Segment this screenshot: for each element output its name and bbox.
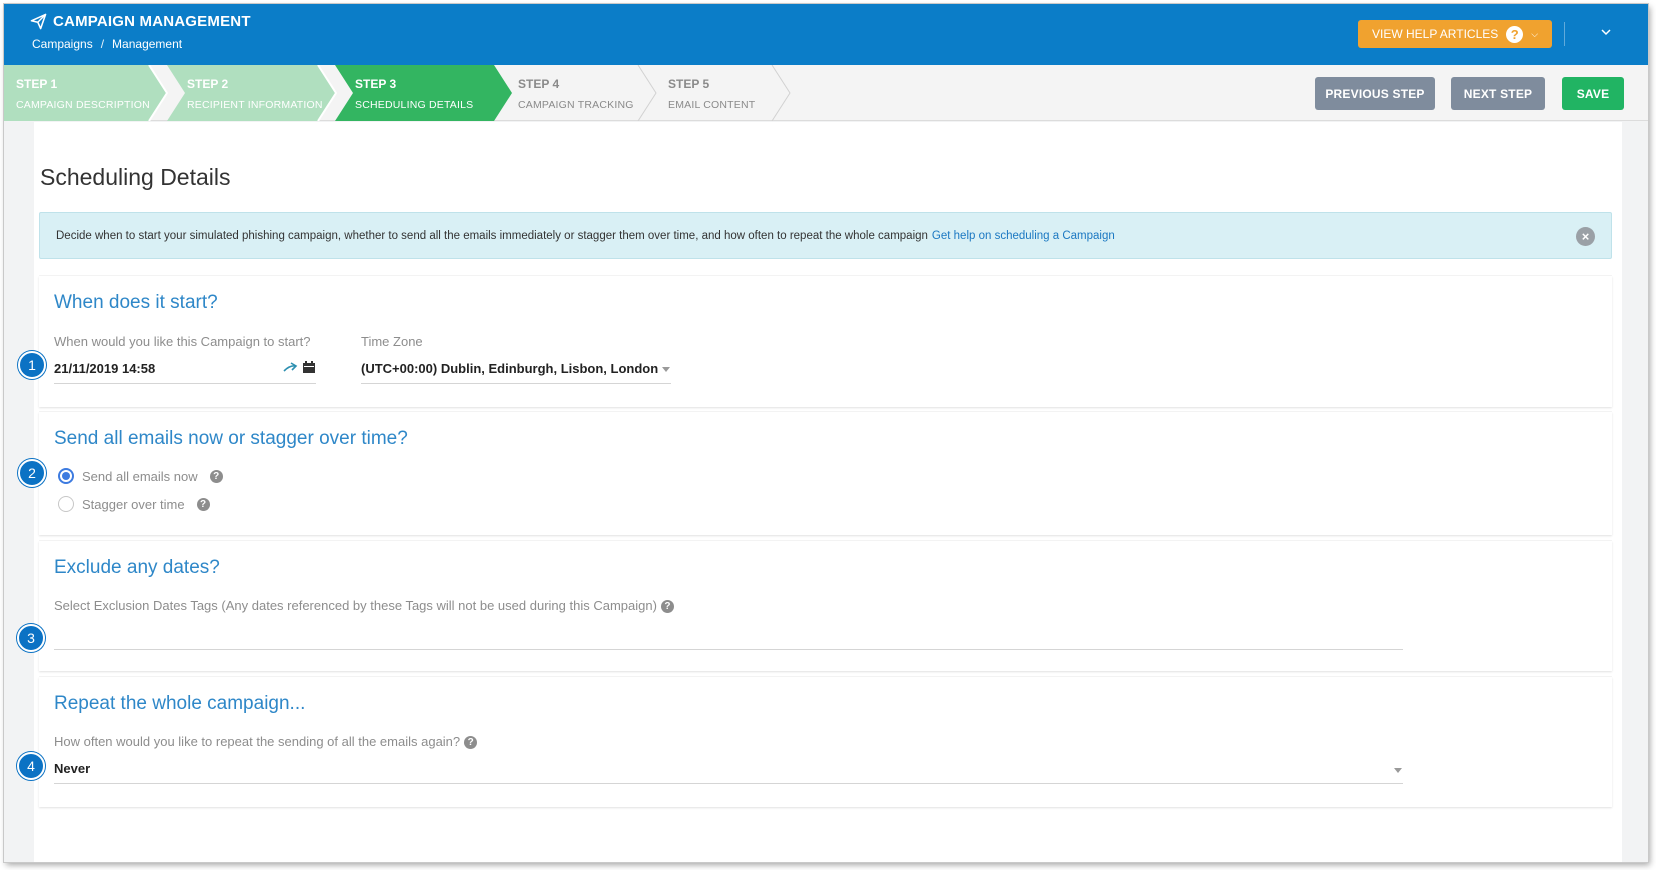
exclusion-tags-input[interactable] <box>54 623 1403 649</box>
step-5[interactable]: STEP 5 EMAIL CONTENT <box>644 65 794 121</box>
callout-badge-3: 3 <box>17 624 45 652</box>
caret-down-icon <box>662 367 670 372</box>
info-alert: Decide when to start your simulated phis… <box>39 212 1612 259</box>
step-2-number: STEP 2 <box>187 77 229 91</box>
header-divider <box>1564 22 1565 46</box>
step-2[interactable]: STEP 2 RECIPIENT INFORMATION <box>167 65 339 121</box>
step-5-label: EMAIL CONTENT <box>668 99 756 111</box>
callout-badge-1: 1 <box>18 351 46 379</box>
section-repeat: Repeat the whole campaign... How often w… <box>39 677 1612 807</box>
breadcrumb-campaigns[interactable]: Campaigns <box>32 37 93 51</box>
breadcrumb-separator: / <box>100 37 105 51</box>
save-button[interactable]: SAVE <box>1562 77 1624 110</box>
step-1-label: CAMPAIGN DESCRIPTION <box>16 99 150 111</box>
question-icon[interactable]: ? <box>464 736 478 750</box>
repeat-label-text: How often would you like to repeat the s… <box>54 734 461 749</box>
question-icon[interactable]: ? <box>209 469 223 483</box>
step-3-label: SCHEDULING DETAILS <box>355 99 474 111</box>
question-icon: ? <box>1506 25 1524 43</box>
app-title-text: CAMPAIGN MANAGEMENT <box>53 13 251 30</box>
start-date-underline <box>54 383 316 384</box>
question-icon[interactable]: ? <box>660 600 674 614</box>
app-window: CAMPAIGN MANAGEMENT Campaigns / Manageme… <box>4 4 1648 862</box>
radio-stagger-label: Stagger over time <box>82 496 185 512</box>
caret-down-icon <box>1394 768 1402 773</box>
page-title: Scheduling Details <box>40 164 231 190</box>
repeat-select[interactable]: Never <box>54 761 90 776</box>
user-menu-chevron-down-icon[interactable] <box>1598 24 1614 40</box>
timezone-select[interactable]: (UTC+00:00) Dublin, Edinburgh, Lisbon, L… <box>361 361 658 376</box>
scheduling-help-link[interactable]: Get help on scheduling a Campaign <box>932 230 1115 242</box>
timezone-label: Time Zone <box>361 334 423 349</box>
start-date-label: When would you like this Campaign to sta… <box>54 334 311 349</box>
start-date-input[interactable]: 21/11/2019 14:58 <box>54 361 155 376</box>
exclusion-tags-label-text: Select Exclusion Dates Tags (Any dates r… <box>54 598 657 613</box>
previous-step-button[interactable]: PREVIOUS STEP <box>1315 77 1435 110</box>
step-4[interactable]: STEP 4 CAMPAIGN TRACKING <box>494 65 659 121</box>
alert-text: Decide when to start your simulated phis… <box>56 229 928 242</box>
chevron-down-icon: ⌵ <box>1531 28 1539 39</box>
paper-plane-icon <box>30 13 47 30</box>
step-1[interactable]: STEP 1 CAMPAIGN DESCRIPTION <box>4 65 170 121</box>
section-start: When does it start? When would you like … <box>39 276 1612 407</box>
exclusion-tags-underline <box>54 649 1403 650</box>
timezone-underline <box>361 383 671 384</box>
step-wizard-bar: STEP 1 CAMPAIGN DESCRIPTION STEP 2 RECIPIE… <box>4 65 1648 121</box>
help-button-label: VIEW HELP ARTICLES <box>1372 27 1499 41</box>
radio-send-now-label: Send all emails now <box>82 468 198 484</box>
radio-send-now[interactable]: Send all emails now ? <box>58 468 223 484</box>
calendar-icon[interactable] <box>302 360 316 374</box>
exclusion-tags-label: Select Exclusion Dates Tags (Any dates r… <box>54 598 674 614</box>
step-4-number: STEP 4 <box>518 77 560 91</box>
callout-badge-2: 2 <box>18 459 46 487</box>
section-send: Send all emails now or stagger over time… <box>39 412 1612 535</box>
step-4-label: CAMPAIGN TRACKING <box>518 99 634 111</box>
view-help-articles-button[interactable]: VIEW HELP ARTICLES ? ⌵ <box>1358 20 1552 48</box>
section-send-title: Send all emails now or stagger over time… <box>54 428 408 449</box>
question-icon[interactable]: ? <box>196 497 210 511</box>
close-icon[interactable]: × <box>1576 227 1595 246</box>
next-step-button[interactable]: NEXT STEP <box>1451 77 1545 110</box>
step-1-number: STEP 1 <box>16 77 58 91</box>
section-exclude-title: Exclude any dates? <box>54 557 220 578</box>
section-repeat-title: Repeat the whole campaign... <box>54 693 306 714</box>
step-2-label: RECIPIENT INFORMATION <box>187 99 323 111</box>
step-3-number: STEP 3 <box>355 77 397 91</box>
callout-badge-4: 4 <box>17 752 45 780</box>
repeat-underline <box>54 783 1403 784</box>
step-5-number: STEP 5 <box>668 77 710 91</box>
radio-stagger-control[interactable] <box>58 496 74 512</box>
pin-icon[interactable] <box>282 360 298 376</box>
radio-send-now-control[interactable] <box>58 468 74 484</box>
radio-stagger[interactable]: Stagger over time ? <box>58 496 210 512</box>
app-title: CAMPAIGN MANAGEMENT <box>30 13 251 30</box>
top-header: CAMPAIGN MANAGEMENT Campaigns / Manageme… <box>4 4 1648 65</box>
scheduling-card: Scheduling Details Decide when to start … <box>34 122 1622 862</box>
section-start-title: When does it start? <box>54 292 218 313</box>
breadcrumb: Campaigns / Management <box>32 37 182 51</box>
repeat-label: How often would you like to repeat the s… <box>54 734 478 750</box>
main-content: Scheduling Details Decide when to start … <box>4 122 1648 862</box>
step-3[interactable]: STEP 3 SCHEDULING DETAILS <box>335 65 515 121</box>
section-exclude: Exclude any dates? Select Exclusion Date… <box>39 541 1612 671</box>
breadcrumb-management: Management <box>112 37 183 51</box>
